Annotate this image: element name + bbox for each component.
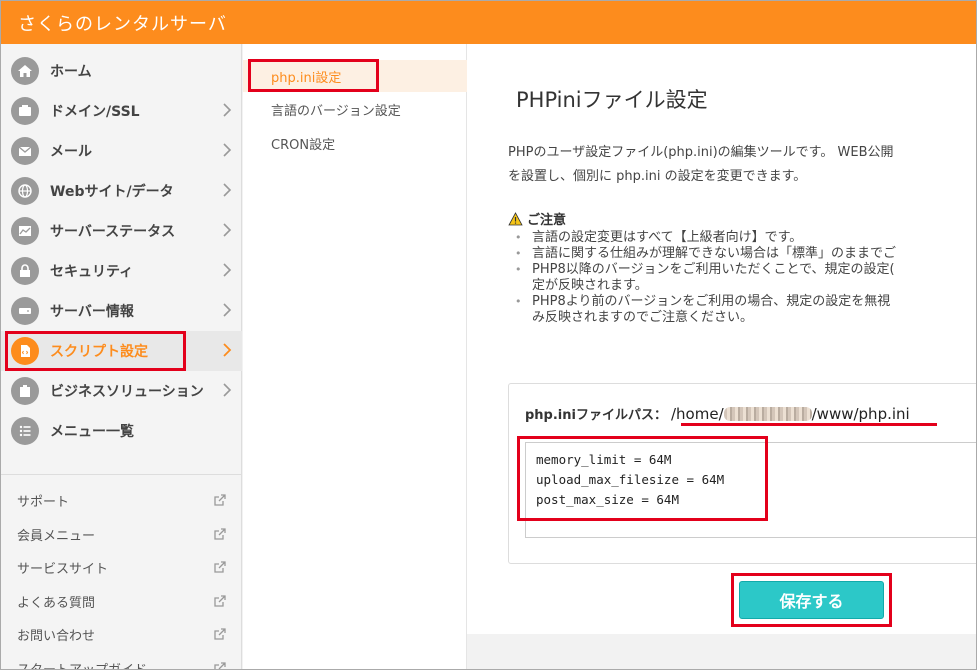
link-support[interactable]: サポート <box>17 485 227 515</box>
path-prefix: /home/ <box>670 404 724 423</box>
notice-title: ご注意 <box>508 209 976 228</box>
link-label: サポート <box>17 494 70 510</box>
chevron-right-icon <box>223 263 232 277</box>
php-ini-editor[interactable]: memory_limit = 64M upload_max_filesize =… <box>525 442 976 538</box>
subnav-item-language-version[interactable]: 言語のバージョン設定 <box>243 93 467 125</box>
sidebar-item-label: スクリプト設定 <box>50 344 148 360</box>
external-link-icon <box>214 561 226 573</box>
link-contact[interactable]: お問い合わせ <box>17 619 227 649</box>
external-link-icon <box>214 662 226 669</box>
sidebar-links: サポート 会員メニュー サービスサイト よくある質問 お問い合わせ スタートアッ… <box>1 474 242 669</box>
external-link-icon <box>214 595 226 607</box>
sidebar-item-label: ビジネスソリューション <box>50 384 204 400</box>
description-line: を設置し、個別に php.ini の設定を変更できます。 <box>508 169 807 184</box>
page-title: PHPiniファイル設定 <box>516 88 708 112</box>
sidebar-item-label: セキュリティ <box>50 264 134 280</box>
sidebar-item-server-info[interactable]: サーバー情報 <box>1 291 242 331</box>
file-path-value: /home/ /www/php.ini <box>671 405 910 423</box>
external-link-icon <box>214 628 226 640</box>
external-link-icon <box>214 528 226 540</box>
sidebar-item-domain[interactable]: ドメイン/SSL <box>1 91 242 131</box>
sidebar-item-script[interactable]: スクリプト設定 <box>1 331 242 371</box>
chevron-right-icon <box>223 183 232 197</box>
link-label: 会員メニュー <box>17 528 96 544</box>
sidebar-item-business[interactable]: ビジネスソリューション <box>1 371 242 411</box>
link-service-site[interactable]: サービスサイト <box>17 552 227 582</box>
link-label: よくある質問 <box>17 595 96 611</box>
mail-icon <box>11 137 39 165</box>
notice-item: 言語に関する仕組みが理解できない場合は「標準」のままでご <box>508 246 976 262</box>
business-icon <box>11 377 39 405</box>
lock-icon <box>11 257 39 285</box>
chevron-right-icon <box>223 303 232 317</box>
top-header: さくらのレンタルサーバ <box>1 1 976 44</box>
file-path-row: php.iniファイルパス： /home/ /www/php.ini <box>525 404 910 424</box>
home-icon <box>11 57 39 85</box>
highlight-underline <box>681 423 937 426</box>
subnav-item-php-ini[interactable]: php.ini設定 <box>243 60 467 92</box>
logo[interactable]: さくらのレンタルサーバ <box>18 10 227 36</box>
server-icon <box>11 297 39 325</box>
chevron-right-icon <box>223 343 232 357</box>
sidebar-item-mail[interactable]: メール <box>1 131 242 171</box>
subnav-item-cron[interactable]: CRON設定 <box>243 127 467 159</box>
chevron-right-icon <box>223 103 232 117</box>
chevron-right-icon <box>223 143 232 157</box>
file-path-label: php.iniファイルパス： <box>525 408 667 423</box>
sidebar-item-label: ドメイン/SSL <box>50 104 140 120</box>
sidebar-item-label: サーバー情報 <box>50 304 134 320</box>
chevron-right-icon <box>223 223 232 237</box>
notice-block: ご注意 言語の設定変更はすべて【上級者向け】です。 言語に関する仕組みが理解でき… <box>508 209 976 326</box>
sidebar-item-label: ホーム <box>50 64 92 80</box>
sidebar-item-label: Webサイト/データ <box>50 184 174 200</box>
notice-item: 言語の設定変更はすべて【上級者向け】です。 <box>508 230 976 246</box>
notice-text: PHP8より前のバージョンをご利用の場合、規定の設定を無視 <box>532 294 891 309</box>
chevron-right-icon <box>223 383 232 397</box>
sidebar-item-website[interactable]: Webサイト/データ <box>1 171 242 211</box>
save-button[interactable]: 保存する <box>739 581 884 619</box>
notice-item: PHP8より前のバージョンをご利用の場合、規定の設定を無視み反映されますのでご注… <box>508 294 976 326</box>
external-link-icon <box>214 494 226 506</box>
domain-icon <box>11 97 39 125</box>
link-label: お問い合わせ <box>17 628 96 644</box>
php-ini-card: php.iniファイルパス： /home/ /www/php.ini memory… <box>508 383 976 564</box>
sidebar-item-label: メニュー一覧 <box>50 424 134 440</box>
link-startup-guide[interactable]: スタートアップガイド <box>17 653 227 670</box>
main-content: PHPiniファイル設定 PHPのユーザ設定ファイル(php.ini)の編集ツー… <box>467 44 976 634</box>
footer-area <box>467 634 976 669</box>
list-icon <box>11 417 39 445</box>
link-member-menu[interactable]: 会員メニュー <box>17 519 227 549</box>
warning-icon <box>508 211 523 225</box>
sub-navigation: php.ini設定 言語のバージョン設定 CRON設定 <box>243 44 467 669</box>
sidebar-item-label: メール <box>50 144 92 160</box>
chart-icon <box>11 217 39 245</box>
description-line: PHPのユーザ設定ファイル(php.ini)の編集ツールです。 WEB公開 <box>508 145 894 160</box>
notice-title-text: ご注意 <box>527 213 567 228</box>
sidebar-item-label: サーバーステータス <box>50 224 176 240</box>
notice-text: 言語に関する仕組みが理解できない場合は「標準」のままでご <box>532 246 897 261</box>
subnav-item-label: php.ini設定 <box>271 70 342 86</box>
notice-text: み反映されますのでご注意ください。 <box>532 310 754 325</box>
script-icon <box>11 337 39 365</box>
notice-list: 言語の設定変更はすべて【上級者向け】です。 言語に関する仕組みが理解できない場合… <box>508 230 976 326</box>
app-frame: さくらのレンタルサーバ ホーム ドメイン/SSL メール Webサイト/データ … <box>0 0 977 670</box>
sidebar: ホーム ドメイン/SSL メール Webサイト/データ サーバーステータス セキ… <box>1 44 242 669</box>
subnav-item-label: CRON設定 <box>271 137 336 153</box>
link-label: スタートアップガイド <box>17 662 148 670</box>
sidebar-item-home[interactable]: ホーム <box>1 51 242 91</box>
subnav-item-label: 言語のバージョン設定 <box>271 103 401 119</box>
notice-item: PHP8以降のバージョンをご利用いただくことで、規定の設定(定が反映されます。 <box>508 262 976 294</box>
link-faq[interactable]: よくある質問 <box>17 586 227 616</box>
globe-icon <box>11 177 39 205</box>
notice-text: 定が反映されます。 <box>532 278 648 293</box>
notice-text: 言語の設定変更はすべて【上級者向け】です。 <box>532 230 803 245</box>
link-label: サービスサイト <box>17 561 109 577</box>
path-suffix: /www/php.ini <box>811 404 910 423</box>
sidebar-item-menu-list[interactable]: メニュー一覧 <box>1 411 242 451</box>
sidebar-item-security[interactable]: セキュリティ <box>1 251 242 291</box>
sidebar-item-server-status[interactable]: サーバーステータス <box>1 211 242 251</box>
notice-text: PHP8以降のバージョンをご利用いただくことで、規定の設定( <box>532 262 895 277</box>
page-description: PHPのユーザ設定ファイル(php.ini)の編集ツールです。 WEB公開 を設… <box>508 141 976 189</box>
redacted-username <box>723 407 812 421</box>
